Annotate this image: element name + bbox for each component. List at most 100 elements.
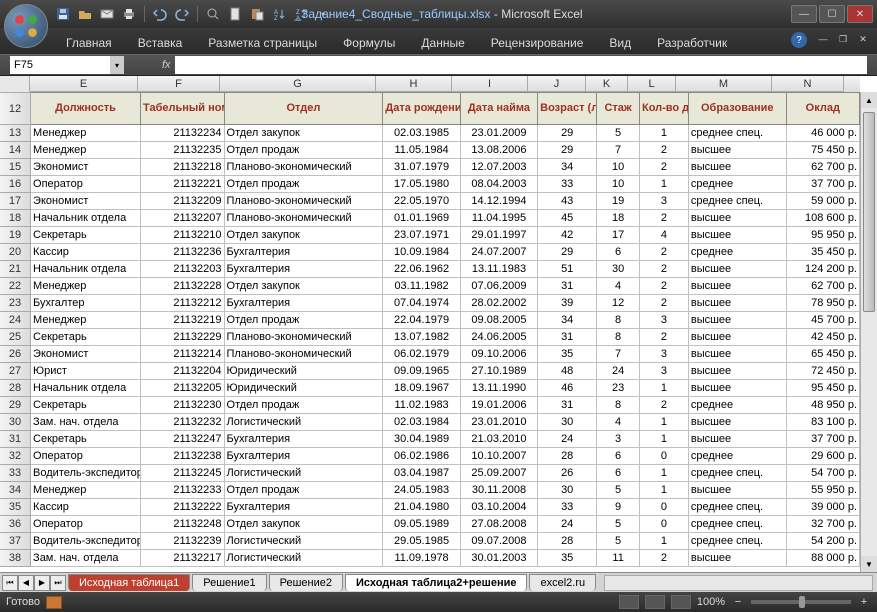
cell[interactable]: 4 [597,278,640,295]
cell[interactable]: высшее [688,431,786,448]
cell[interactable]: 54 200 р. [786,533,859,550]
cell[interactable]: высшее [688,414,786,431]
cell[interactable]: 10.10.2007 [460,448,537,465]
cell[interactable]: 24 [538,516,597,533]
cell[interactable]: 13.08.2006 [460,142,537,159]
workbook-minimize-button[interactable]: — [815,32,831,46]
cell[interactable]: 42 [538,227,597,244]
cell[interactable]: Юридический [224,380,383,397]
table-header-cell[interactable]: Оклад [786,93,859,125]
cell[interactable]: Юридический [224,363,383,380]
row-header[interactable]: 36 [0,516,31,533]
cell[interactable]: 1 [639,533,688,550]
cell[interactable]: 6 [597,244,640,261]
row-header[interactable]: 19 [0,227,31,244]
cell[interactable]: 21132234 [141,125,225,142]
cell[interactable]: Начальник отдела [31,210,141,227]
cell[interactable]: Планово-экономический [224,346,383,363]
cell[interactable]: высшее [688,329,786,346]
row-header[interactable]: 20 [0,244,31,261]
cell[interactable]: 21132232 [141,414,225,431]
sheet-tab[interactable]: Решение1 [192,574,266,591]
zoom-in-button[interactable]: + [857,595,871,609]
cell[interactable]: 29.01.1997 [460,227,537,244]
cell[interactable]: 35 450 р. [786,244,859,261]
cell[interactable]: 21132219 [141,312,225,329]
cell[interactable]: 13.07.1982 [383,329,460,346]
cell[interactable]: 124 200 р. [786,261,859,278]
row-header[interactable]: 25 [0,329,31,346]
cell[interactable]: 08.04.2003 [460,176,537,193]
cell[interactable]: 07.04.1974 [383,295,460,312]
column-header[interactable]: F [138,76,220,92]
cell[interactable]: 54 700 р. [786,465,859,482]
cell[interactable]: Планово-экономический [224,210,383,227]
cell[interactable]: 30.11.2008 [460,482,537,499]
cell[interactable]: высшее [688,210,786,227]
cell[interactable]: 2 [639,142,688,159]
cell[interactable]: 10 [597,176,640,193]
row-header[interactable]: 37 [0,533,31,550]
cell[interactable]: 29 [538,142,597,159]
cell[interactable]: 09.07.2008 [460,533,537,550]
cell[interactable]: 5 [597,482,640,499]
name-box-dropdown[interactable]: ▾ [110,56,124,74]
ribbon-tab[interactable]: Разметка страницы [196,32,329,54]
cell[interactable]: 18.09.1967 [383,380,460,397]
cell[interactable]: 21.03.2010 [460,431,537,448]
row-header[interactable]: 23 [0,295,31,312]
cell[interactable]: 45 700 р. [786,312,859,329]
cell[interactable]: 39 [538,295,597,312]
column-header[interactable]: J [528,76,586,92]
cell[interactable]: 72 450 р. [786,363,859,380]
cell[interactable]: 34 [538,159,597,176]
cell[interactable]: 03.04.1987 [383,465,460,482]
cell[interactable]: высшее [688,159,786,176]
cell[interactable]: Отдел закупок [224,278,383,295]
table-header-cell[interactable]: Отдел [224,93,383,125]
undo-icon[interactable] [151,5,169,23]
cell[interactable]: Оператор [31,176,141,193]
workbook-restore-button[interactable]: ❐ [835,32,851,46]
cell[interactable]: 62 700 р. [786,278,859,295]
cell[interactable]: 95 450 р. [786,380,859,397]
cell[interactable]: Менеджер [31,278,141,295]
cell[interactable]: 5 [597,533,640,550]
cell[interactable]: 42 450 р. [786,329,859,346]
cell[interactable]: Логистический [224,465,383,482]
cell[interactable]: 21132247 [141,431,225,448]
cell[interactable]: 1 [639,414,688,431]
email-icon[interactable] [98,5,116,23]
cell[interactable]: среднее спец. [688,125,786,142]
cell[interactable]: 26 [538,465,597,482]
maximize-button[interactable]: ☐ [819,5,845,23]
cell[interactable]: 30 [538,414,597,431]
zoom-out-button[interactable]: − [731,595,745,609]
cell[interactable]: Отдел закупок [224,125,383,142]
cell[interactable]: 4 [639,227,688,244]
spreadsheet-grid[interactable]: 12ДолжностьТабельный номерОтделДата рожд… [0,92,860,567]
cell[interactable]: 18 [597,210,640,227]
column-header[interactable]: I [452,76,528,92]
cell[interactable]: 29 [538,244,597,261]
cell[interactable]: 37 700 р. [786,176,859,193]
cell[interactable]: 2 [639,278,688,295]
cell[interactable]: 31 [538,329,597,346]
cell[interactable]: 8 [597,397,640,414]
cell[interactable]: Логистический [224,533,383,550]
row-header[interactable]: 13 [0,125,31,142]
cell[interactable]: 28.02.2002 [460,295,537,312]
save-icon[interactable] [54,5,72,23]
cell[interactable]: 21132228 [141,278,225,295]
cell[interactable]: 45 [538,210,597,227]
cell[interactable]: 46 [538,380,597,397]
cell[interactable]: Отдел закупок [224,227,383,244]
cell[interactable]: Бухгалтерия [224,261,383,278]
cell[interactable]: 21132214 [141,346,225,363]
cell[interactable]: 31 [538,278,597,295]
table-header-cell[interactable]: Образование [688,93,786,125]
cell[interactable]: высшее [688,227,786,244]
close-button[interactable]: ✕ [847,5,873,23]
row-header[interactable]: 34 [0,482,31,499]
paste-icon[interactable] [248,5,266,23]
